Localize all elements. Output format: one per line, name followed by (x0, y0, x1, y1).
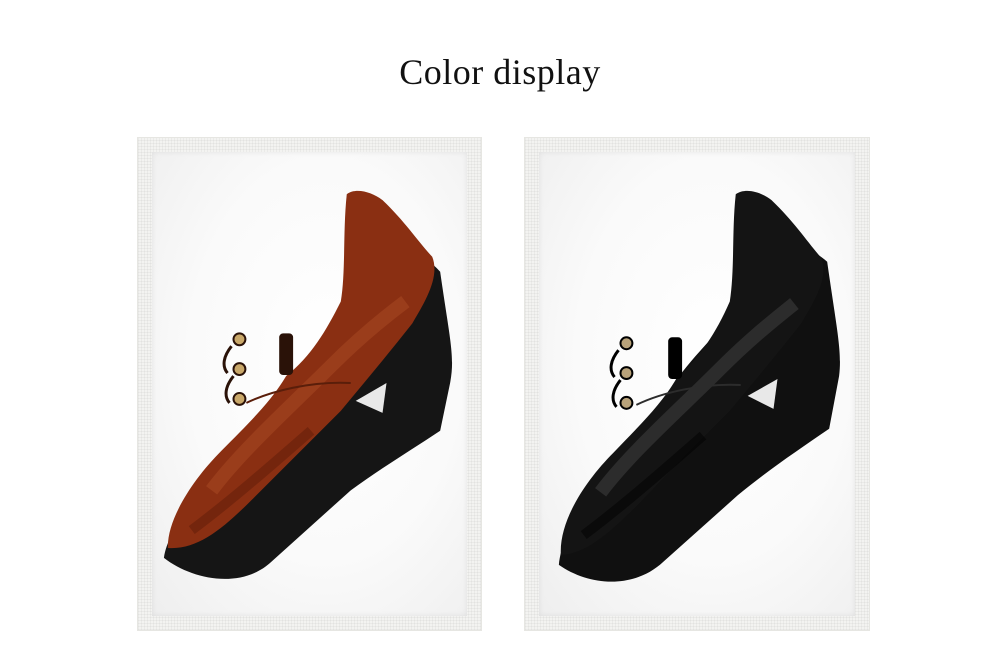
black-shoe-image (539, 152, 855, 616)
page-title: Color display (399, 52, 601, 92)
product-frame-black[interactable] (524, 137, 870, 631)
brown-shoe-image (152, 152, 467, 616)
product-frame-brown[interactable] (137, 137, 482, 631)
